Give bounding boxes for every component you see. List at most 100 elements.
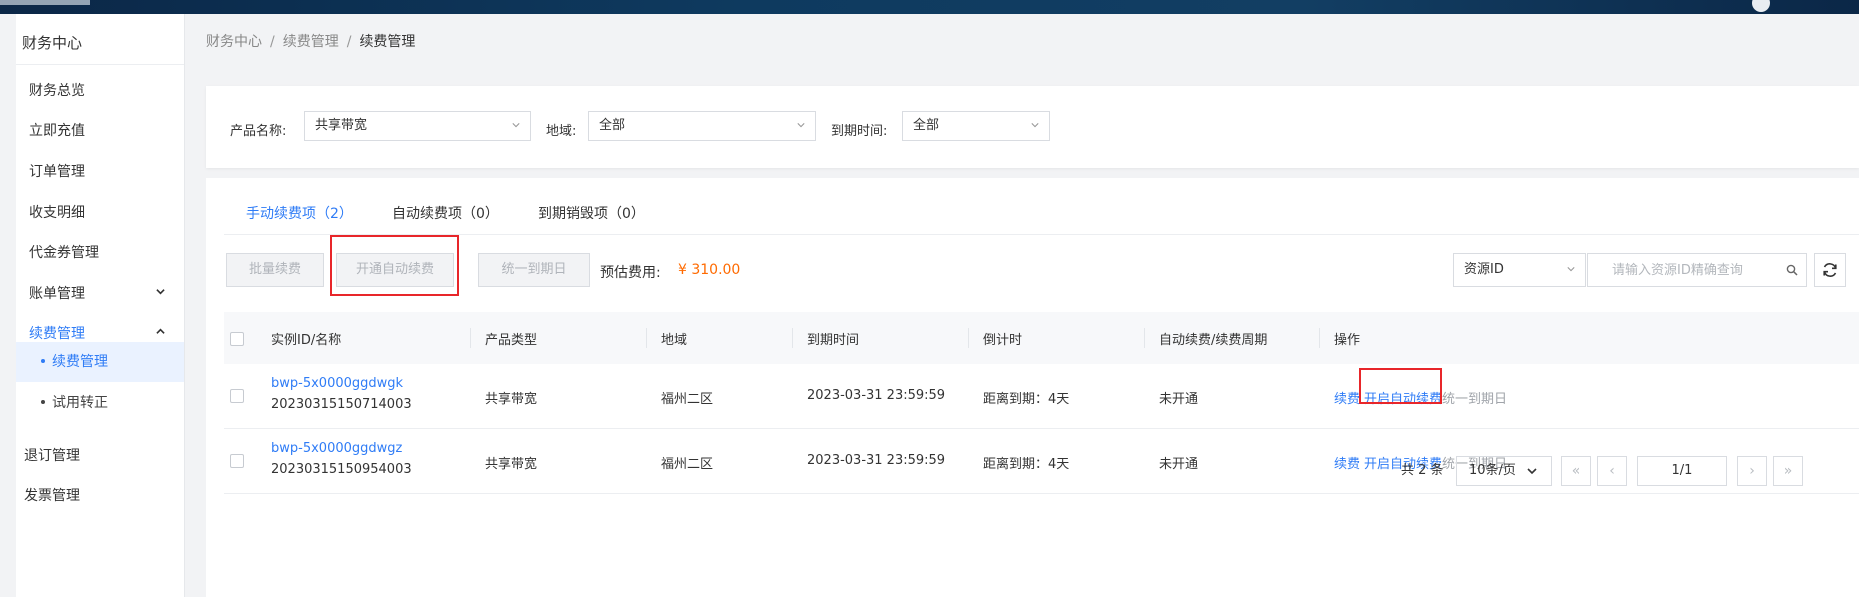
chevron-down-icon <box>512 123 520 128</box>
refresh-button[interactable] <box>1814 253 1846 287</box>
sidebar-subitem-label: 试用转正 <box>52 395 108 411</box>
breadcrumb-separator: / <box>346 34 352 50</box>
instance-name: 20230315150714003 <box>271 397 412 412</box>
countdown: 距离到期：4天 <box>983 392 1070 407</box>
instance-name: 20230315150954003 <box>271 462 412 477</box>
breadcrumb: 财务中心 / 续费管理 / 续费管理 <box>206 31 415 51</box>
row-checkbox[interactable] <box>230 454 244 468</box>
tab-manual-renewal[interactable]: 手动续费项（2） <box>246 203 353 223</box>
chevron-down-icon <box>1031 123 1039 128</box>
column-divider <box>646 328 647 348</box>
sidebar-subitem-renewal-management[interactable]: 续费管理 <box>16 342 184 382</box>
breadcrumb-finance[interactable]: 财务中心 <box>206 34 262 50</box>
column-divider <box>1144 328 1145 348</box>
region-filter-label: 地域: <box>546 124 577 139</box>
region-filter-select[interactable]: 全部 <box>588 111 816 141</box>
column-header-expiry: 到期时间 <box>807 333 860 348</box>
column-divider <box>1319 328 1320 348</box>
sidebar-item-transactions[interactable]: 收支明细 <box>29 202 85 222</box>
chevron-down-icon[interactable] <box>156 287 165 296</box>
region: 福州二区 <box>661 392 714 407</box>
sidebar-item-unsubscribe[interactable]: 退订管理 <box>24 445 80 465</box>
page-size-value: 10条/页 <box>1469 463 1516 478</box>
sidebar-item-billing[interactable]: 账单管理 <box>29 283 85 303</box>
expiry-filter-label: 到期时间: <box>831 124 888 139</box>
column-divider <box>792 328 793 348</box>
unify-expiry-link[interactable]: 统一到期日 <box>1442 388 1507 407</box>
unify-expiry-button[interactable]: 统一到期日 <box>478 253 590 287</box>
double-chevron-right-icon: » <box>1783 463 1793 479</box>
chevron-left-icon: ‹ <box>1609 463 1615 479</box>
sidebar-subitem-label: 续费管理 <box>52 354 108 370</box>
expiry-filter-select[interactable]: 全部 <box>902 111 1050 141</box>
estimated-fee-value: ¥ 310.00 <box>678 262 741 278</box>
search-icon[interactable] <box>1786 264 1798 276</box>
breadcrumb-current: 续费管理 <box>359 34 416 50</box>
first-page-button[interactable]: « <box>1561 456 1591 486</box>
column-header-auto-renew: 自动续费/续费周期 <box>1159 333 1268 348</box>
brand-logo <box>0 0 90 5</box>
sidebar-subitem-trial-conversion[interactable]: 试用转正 <box>16 383 184 423</box>
estimated-fee-label: 预估费用: <box>600 265 661 281</box>
tab-auto-renewal[interactable]: 自动续费项（0） <box>392 203 499 223</box>
breadcrumb-separator: / <box>270 34 275 50</box>
chevron-down-icon <box>1567 267 1575 272</box>
bullet-icon <box>41 359 45 363</box>
sidebar-item-orders[interactable]: 订单管理 <box>29 161 85 181</box>
column-header-instance: 实例ID/名称 <box>271 333 342 348</box>
auto-renew-status: 未开通 <box>1159 392 1199 407</box>
sidebar-item-vouchers[interactable]: 代金券管理 <box>29 242 99 262</box>
product-type: 共享带宽 <box>485 457 538 472</box>
search-field[interactable] <box>1587 253 1807 287</box>
left-edge-strip <box>0 14 17 597</box>
batch-renew-button[interactable]: 批量续费 <box>226 253 324 287</box>
instance-id-link[interactable]: bwp-5x0000ggdwgz <box>271 441 402 456</box>
chevron-up-icon[interactable] <box>156 327 165 336</box>
user-avatar[interactable] <box>1752 0 1770 12</box>
sidebar-item-recharge[interactable]: 立即充值 <box>29 120 85 140</box>
region-filter-value: 全部 <box>599 118 626 133</box>
page-number-input[interactable]: 1/1 <box>1637 456 1727 486</box>
chevron-right-icon: › <box>1749 463 1755 479</box>
tab-expiry-destroy[interactable]: 到期销毁项（0） <box>538 203 645 223</box>
resource-type-select[interactable]: 资源ID <box>1453 253 1586 287</box>
sidebar-item-renewal[interactable]: 续费管理 <box>29 323 85 343</box>
product-filter-label: 产品名称: <box>230 124 287 139</box>
enable-auto-renew-button[interactable]: 开通自动续费 <box>336 253 454 287</box>
product-filter-select[interactable]: 共享带宽 <box>304 111 531 141</box>
table-row: bwp-5x0000ggdwgk 20230315150714003 共享带宽 … <box>224 364 1859 429</box>
bullet-icon <box>41 400 45 404</box>
top-navigation-bar <box>0 0 1859 14</box>
table-header: 实例ID/名称 产品类型 地域 到期时间 倒计时 自动续费/续费周期 操作 <box>224 312 1859 364</box>
expiry-time: 2023-03-31 23:59:59 <box>807 453 946 468</box>
breadcrumb-renewal[interactable]: 续费管理 <box>283 34 339 50</box>
row-checkbox[interactable] <box>230 389 244 403</box>
countdown: 距离到期：4天 <box>983 457 1070 472</box>
column-header-countdown: 倒计时 <box>983 333 1023 348</box>
resource-type-value: 资源ID <box>1464 262 1504 277</box>
page-size-select[interactable]: 10条/页 <box>1456 456 1552 486</box>
expiry-filter-value: 全部 <box>913 118 940 133</box>
double-chevron-left-icon: « <box>1571 463 1581 479</box>
sidebar-item-invoices[interactable]: 发票管理 <box>24 485 80 505</box>
sidebar-title: 财务中心 <box>22 34 83 52</box>
select-all-checkbox[interactable] <box>230 332 244 346</box>
renew-link[interactable]: 续费 <box>1334 453 1360 472</box>
renewal-list-panel: 手动续费项（2） 自动续费项（0） 到期销毁项（0） 批量续费 开通自动续费 统… <box>206 178 1859 597</box>
last-page-button[interactable]: » <box>1773 456 1803 486</box>
chevron-down-icon <box>1527 468 1537 475</box>
next-page-button[interactable]: › <box>1737 456 1767 486</box>
chevron-down-icon <box>797 123 805 128</box>
instance-id-link[interactable]: bwp-5x0000ggdwgk <box>271 376 403 391</box>
search-input[interactable] <box>1610 254 1784 286</box>
prev-page-button[interactable]: ‹ <box>1597 456 1627 486</box>
tab-divider <box>224 234 1859 235</box>
enable-auto-renew-link[interactable]: 开启自动续费 <box>1364 388 1442 407</box>
auto-renew-status: 未开通 <box>1159 457 1199 472</box>
product-filter-value: 共享带宽 <box>315 118 368 133</box>
renew-link[interactable]: 续费 <box>1334 388 1360 407</box>
filter-panel: 产品名称: 共享带宽 地域: 全部 到期时间: 全部 <box>206 86 1859 168</box>
sidebar-item-finance-overview[interactable]: 财务总览 <box>29 80 85 100</box>
product-type: 共享带宽 <box>485 392 538 407</box>
expiry-time: 2023-03-31 23:59:59 <box>807 388 946 403</box>
